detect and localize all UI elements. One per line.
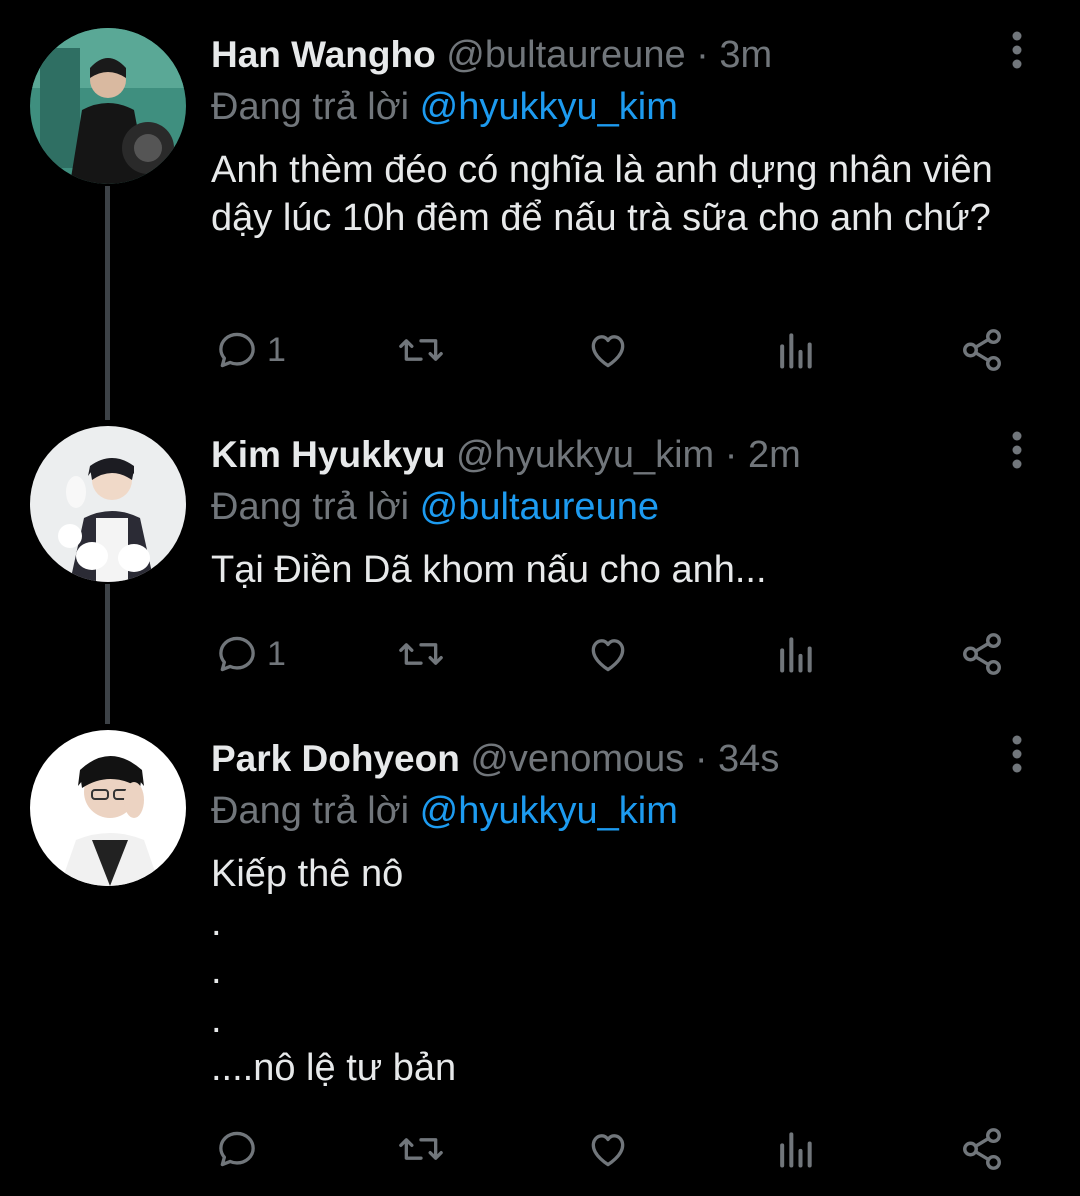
display-name[interactable]: Park Dohyeon xyxy=(211,738,460,779)
share-button[interactable] xyxy=(959,1124,1005,1174)
mention-link[interactable]: @hyukkyu_kim xyxy=(420,86,678,128)
tweet[interactable]: Han Wangho @bultaureune · 3m Đang trả lờ… xyxy=(0,0,1080,400)
share-button[interactable] xyxy=(959,629,1005,679)
analytics-button[interactable] xyxy=(775,325,815,375)
analytics-icon xyxy=(780,637,812,673)
timestamp[interactable]: 34s xyxy=(718,738,779,780)
more-icon xyxy=(1012,735,1022,773)
like-button[interactable] xyxy=(585,629,631,679)
share-button[interactable] xyxy=(959,325,1005,375)
reply-button[interactable] xyxy=(215,1124,267,1174)
action-bar xyxy=(211,1124,1041,1174)
reply-icon xyxy=(219,636,255,672)
reply-count: 1 xyxy=(267,634,286,673)
retweet-button[interactable] xyxy=(397,629,445,679)
reply-icon xyxy=(219,332,255,368)
action-bar: 1 xyxy=(211,325,1041,375)
tweet-text: Kiếp thê nô . . . ....nô lệ tư bản xyxy=(211,853,457,1089)
share-icon xyxy=(963,329,1001,371)
tweet-text: Tại Điền Dã khom nấu cho anh... xyxy=(211,549,767,591)
reply-button[interactable]: 1 xyxy=(215,325,286,375)
tweet-header: Park Dohyeon @venomous · 34s xyxy=(211,734,779,784)
retweet-icon xyxy=(399,643,443,665)
user-handle[interactable]: @bultaureune xyxy=(446,34,685,76)
analytics-icon xyxy=(780,1132,812,1168)
mention-link[interactable]: @bultaureune xyxy=(420,486,659,528)
tweet-header: Han Wangho @bultaureune · 3m xyxy=(211,30,772,80)
avatar[interactable] xyxy=(30,730,186,886)
more-options-button[interactable] xyxy=(1002,30,1032,70)
retweet-button[interactable] xyxy=(397,325,445,375)
avatar[interactable] xyxy=(30,28,186,184)
tweet-header: Kim Hyukkyu @hyukkyu_kim · 2m xyxy=(211,430,801,480)
more-icon xyxy=(1012,31,1022,69)
separator: · xyxy=(696,34,709,76)
like-button[interactable] xyxy=(585,1124,631,1174)
like-icon xyxy=(591,639,625,672)
timestamp[interactable]: 3m xyxy=(719,34,772,76)
separator: · xyxy=(694,738,708,780)
action-bar: 1 xyxy=(211,629,1041,679)
analytics-button[interactable] xyxy=(775,1124,815,1174)
mention-link[interactable]: @hyukkyu_kim xyxy=(420,790,678,832)
replying-to: Đang trả lời @hyukkyu_kim xyxy=(211,84,678,130)
tweet[interactable]: Kim Hyukkyu @hyukkyu_kim · 2m Đang trả l… xyxy=(0,400,1080,710)
retweet-icon xyxy=(399,1138,443,1160)
like-button[interactable] xyxy=(585,325,631,375)
user-handle[interactable]: @venomous xyxy=(470,738,684,780)
display-name[interactable]: Han Wangho xyxy=(211,34,436,75)
replying-label: Đang trả lời xyxy=(211,790,410,832)
reply-count: 1 xyxy=(267,330,286,369)
like-icon xyxy=(591,335,625,368)
user-handle[interactable]: @hyukkyu_kim xyxy=(456,434,714,476)
tweet[interactable]: Park Dohyeon @venomous · 34s Đang trả lờ… xyxy=(0,704,1080,1196)
analytics-button[interactable] xyxy=(775,629,815,679)
share-icon xyxy=(963,1128,1001,1170)
share-icon xyxy=(963,633,1001,675)
more-icon xyxy=(1012,431,1022,469)
separator: · xyxy=(724,434,738,476)
replying-to: Đang trả lời @bultaureune xyxy=(211,484,659,530)
tweet-text: Anh thèm đéo có nghĩa là anh dựng nhân v… xyxy=(211,149,993,239)
reply-icon xyxy=(219,1131,255,1167)
avatar[interactable] xyxy=(30,426,186,582)
replying-to: Đang trả lời @hyukkyu_kim xyxy=(211,788,678,834)
display-name[interactable]: Kim Hyukkyu xyxy=(211,434,445,475)
analytics-icon xyxy=(780,333,812,369)
retweet-icon xyxy=(399,339,443,361)
more-options-button[interactable] xyxy=(1002,430,1032,470)
replying-label: Đang trả lời xyxy=(211,86,410,128)
retweet-button[interactable] xyxy=(397,1124,445,1174)
replying-label: Đang trả lời xyxy=(211,486,410,528)
like-icon xyxy=(591,1134,625,1167)
timestamp[interactable]: 2m xyxy=(748,434,801,476)
more-options-button[interactable] xyxy=(1002,734,1032,774)
reply-button[interactable]: 1 xyxy=(215,629,286,679)
